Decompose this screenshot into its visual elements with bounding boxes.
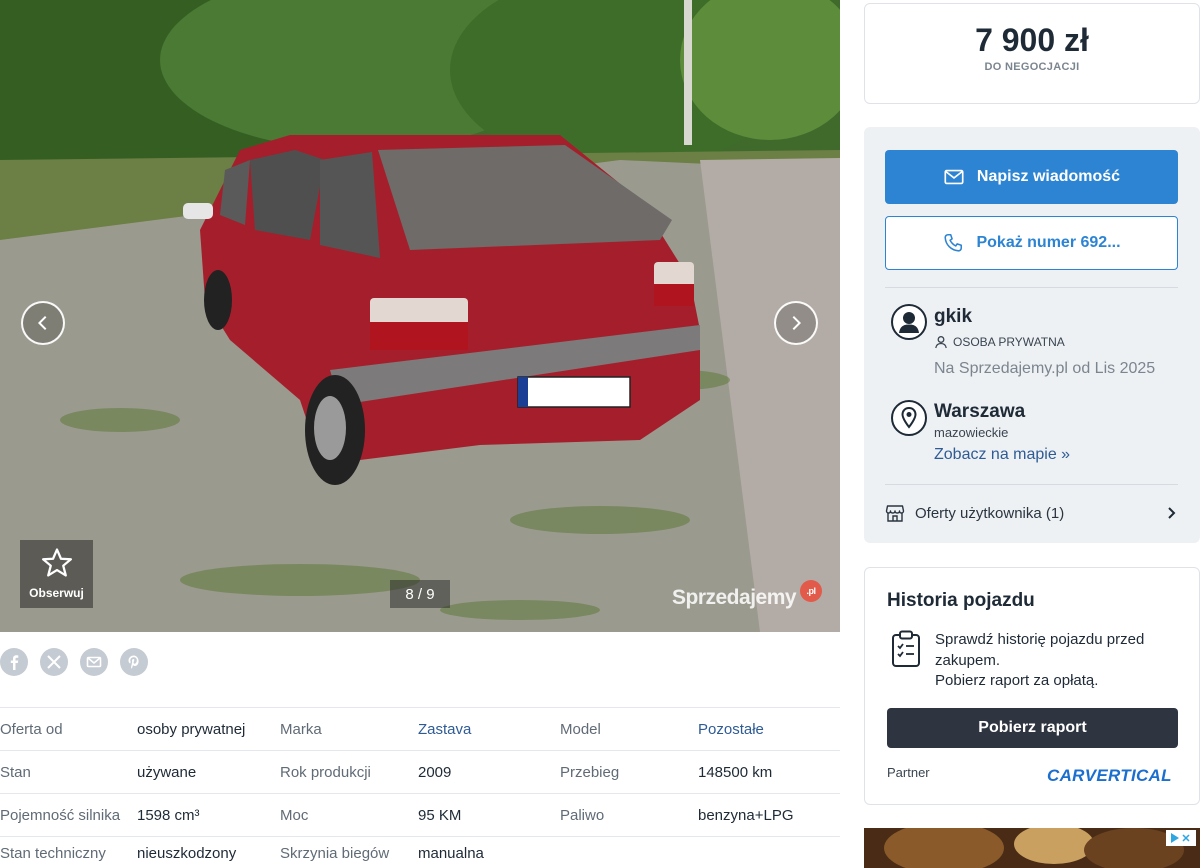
- person-icon: [935, 336, 947, 349]
- share-bar: [0, 648, 148, 676]
- parameter-label: Przebieg: [560, 763, 620, 781]
- parameters-row: Stan techniczny nieuszkodzony Skrzynia bie…: [0, 836, 840, 868]
- price-box: 7 900 zł DO NEGOCJACJI: [864, 3, 1200, 104]
- car-photo: [0, 0, 840, 632]
- parameter-label: Pojemność silnika: [0, 806, 121, 824]
- location-region: mazowieckie: [934, 425, 1009, 440]
- price-negotiable: DO NEGOCJACJI: [984, 61, 1080, 73]
- parameter-value: 2009: [418, 763, 452, 781]
- advertisement[interactable]: ✕: [864, 828, 1200, 868]
- x-icon[interactable]: [40, 648, 68, 676]
- price-amount: 7 900 zł: [975, 22, 1089, 58]
- envelope-icon: [944, 169, 964, 185]
- chevron-right-icon: [792, 315, 802, 331]
- parameter-label: Oferta od: [0, 720, 63, 738]
- observe-button[interactable]: Obserwuj: [20, 540, 93, 608]
- parameter-value: manualna: [418, 845, 484, 862]
- parameter-label: Moc: [280, 806, 309, 824]
- show-phone-button[interactable]: Pokaż numer 692...: [885, 216, 1178, 270]
- see-on-map-link[interactable]: Zobacz na mapie »: [934, 446, 1070, 464]
- parameter-label: Stan techniczny: [0, 845, 106, 862]
- vehicle-history-text-line1: Sprawdź historię pojazdu przed zakupem.: [935, 631, 1145, 669]
- seller-name[interactable]: gkik: [934, 306, 972, 328]
- chevron-left-icon: [37, 315, 47, 331]
- star-icon: [41, 548, 72, 577]
- show-phone-label: Pokaż numer 692...: [976, 234, 1121, 251]
- vehicle-history-title: Historia pojazdu: [887, 590, 1035, 611]
- parameter-value: osoby prywatnej: [137, 720, 246, 738]
- watermark-text: Sprzedajemy: [672, 586, 797, 609]
- photo-counter: 8 / 9: [390, 580, 450, 608]
- parameters-table: Oferta od osoby prywatnej Marka Zastava Mode…: [0, 707, 840, 868]
- parameter-label: Model: [560, 720, 601, 738]
- ad-image: [864, 828, 1200, 868]
- parameter-label: Marka: [280, 720, 322, 738]
- parameter-value: 95 KM: [418, 806, 462, 824]
- seller-type-label: OSOBA PRYWATNA: [953, 335, 1065, 349]
- send-message-button[interactable]: Napisz wiadomość: [885, 150, 1178, 204]
- carvertical-logo[interactable]: CARVERTICAL: [1047, 766, 1172, 786]
- watermark-logo: Sprzedajemy .pl: [672, 580, 822, 610]
- clipboard-icon: [892, 630, 920, 667]
- user-offers-label: Oferty użytkownika (1): [915, 504, 1065, 522]
- vehicle-history-box: Historia pojazdu Sprawdź historię pojazd…: [864, 567, 1200, 805]
- user-avatar-icon: [891, 304, 927, 340]
- get-report-button[interactable]: Pobierz raport: [887, 708, 1178, 748]
- email-icon[interactable]: [80, 648, 108, 676]
- vehicle-history-text: Sprawdź historię pojazdu przed zakupem. …: [935, 630, 1185, 692]
- store-icon: [885, 505, 905, 522]
- seller-since: Na Sprzedajemy.pl od Lis 2025: [934, 360, 1156, 377]
- parameter-value: używane: [137, 763, 197, 781]
- parameters-row: Oferta od osoby prywatnej Marka Zastava Mode…: [0, 707, 840, 750]
- parameter-value-link[interactable]: Zastava: [418, 721, 560, 738]
- parameter-value: 1598 cm³: [137, 806, 200, 824]
- chevron-right-icon: [1168, 507, 1176, 519]
- divider: [885, 484, 1178, 485]
- seller-box: Napisz wiadomość Pokaż numer 692... gkik…: [864, 127, 1200, 543]
- parameter-label: Skrzynia biegów: [280, 845, 390, 862]
- parameter-value: nieuszkodzony: [137, 845, 237, 862]
- gallery-next-button[interactable]: [774, 301, 818, 345]
- parameters-row: Pojemność silnika 1598 cm³ Moc 95 KM Paliwo b…: [0, 793, 840, 836]
- divider: [885, 287, 1178, 288]
- seller-type: OSOBA PRYWATNA: [934, 335, 1065, 349]
- facebook-icon[interactable]: [0, 648, 28, 676]
- parameter-value: 148500 km: [698, 763, 773, 781]
- phone-icon: [944, 233, 963, 252]
- location-pin-icon: [891, 400, 927, 436]
- observe-label: Obserwuj: [29, 586, 84, 600]
- gallery-prev-button[interactable]: [21, 301, 65, 345]
- user-offers-link[interactable]: Oferty użytkownika (1): [885, 496, 1178, 530]
- parameter-label: Paliwo: [560, 806, 605, 824]
- send-message-label: Napisz wiadomość: [976, 168, 1121, 185]
- watermark-badge: .pl: [800, 580, 822, 602]
- ad-choices-icon[interactable]: ✕: [1166, 830, 1196, 846]
- parameter-label: Rok produkcji: [280, 763, 371, 781]
- parameter-value-link[interactable]: Pozostałe: [698, 721, 840, 738]
- parameter-label: Stan: [0, 763, 31, 781]
- location-city: Warszawa: [934, 401, 1026, 422]
- vehicle-history-text-line2: Pobierz raport za opłatą.: [935, 672, 1099, 689]
- parameters-row: Stan używane Rok produkcji 2009 Przebieg 1485…: [0, 750, 840, 793]
- pinterest-icon[interactable]: [120, 648, 148, 676]
- partner-label: Partner: [887, 765, 930, 780]
- parameter-value: benzyna+LPG: [698, 806, 794, 824]
- photo-gallery[interactable]: Obserwuj 8 / 9 Sprzedajemy .pl: [0, 0, 840, 632]
